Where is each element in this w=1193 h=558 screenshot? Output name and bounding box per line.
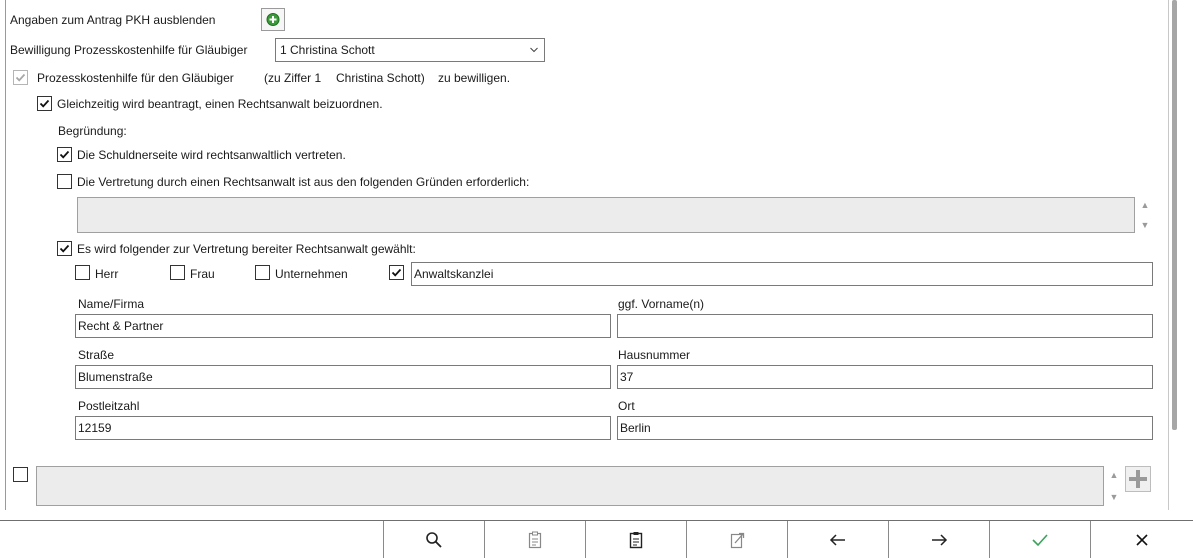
hausnummer-input[interactable]: 37: [617, 365, 1153, 389]
chosen-lawyer-label: Es wird folgender zur Vertretung bereite…: [77, 242, 416, 256]
strasse-value: Blumenstraße: [78, 370, 153, 384]
vorname-input[interactable]: [617, 314, 1153, 338]
clipboard-icon: [528, 531, 542, 548]
type-unternehmen-label: Unternehmen: [275, 267, 348, 281]
document-button[interactable]: [585, 521, 686, 558]
grant-checkbox: [13, 70, 28, 85]
ort-input[interactable]: Berlin: [617, 416, 1153, 440]
type-other-checkbox[interactable]: [389, 265, 404, 280]
simultaneous-lawyer-checkbox[interactable]: [37, 96, 52, 111]
scroll-down-icon[interactable]: ▼: [1139, 220, 1151, 230]
clipboard-button[interactable]: [484, 521, 585, 558]
chevron-down-icon: [530, 47, 538, 53]
type-frau-checkbox[interactable]: [170, 265, 185, 280]
form-frame-left: [5, 0, 6, 510]
creditor-select-value: 1 Christina Schott: [280, 43, 375, 57]
name-input[interactable]: Recht & Partner: [75, 314, 611, 338]
chosen-lawyer-checkbox[interactable]: [57, 241, 72, 256]
ort-value: Berlin: [620, 421, 651, 435]
type-unternehmen-checkbox[interactable]: [255, 265, 270, 280]
type-frau-label: Frau: [190, 267, 215, 281]
simultaneous-lawyer-label: Gleichzeitig wird beantragt, einen Recht…: [57, 97, 383, 111]
reason-necessary-label: Die Vertretung durch einen Rechtsanwalt …: [77, 175, 530, 189]
type-herr-checkbox[interactable]: [75, 265, 90, 280]
add-entry-button[interactable]: [1125, 466, 1151, 492]
check-icon: [59, 244, 70, 253]
close-button[interactable]: [1090, 521, 1193, 558]
hausnummer-value: 37: [620, 370, 634, 384]
form-frame-right: [1168, 0, 1169, 510]
arrow-right-icon: [932, 533, 948, 546]
plz-input[interactable]: 12159: [75, 416, 611, 440]
strasse-label: Straße: [78, 348, 115, 362]
hausnummer-label: Hausnummer: [618, 348, 691, 362]
extra-textarea[interactable]: [36, 466, 1104, 506]
extra-checkbox[interactable]: [13, 467, 28, 482]
vertical-scrollbar[interactable]: [1172, 0, 1177, 430]
plz-label: Postleitzahl: [78, 399, 140, 413]
reason-represented-checkbox[interactable]: [57, 147, 72, 162]
confirm-button[interactable]: [989, 521, 1090, 558]
green-plus-circle-icon: [266, 13, 280, 26]
check-icon: [39, 99, 50, 108]
strasse-input[interactable]: Blumenstraße: [75, 365, 611, 389]
search-icon: [426, 531, 442, 548]
bottom-toolbar: [0, 521, 1193, 558]
name-value: Recht & Partner: [78, 319, 164, 333]
close-icon: [1136, 533, 1148, 546]
name-label: Name/Firma: [78, 297, 145, 311]
creditor-select[interactable]: 1 Christina Schott: [275, 38, 545, 62]
plz-value: 12159: [78, 421, 112, 435]
hide-pkh-label: Angaben zum Antrag PKH ausblenden: [10, 13, 216, 27]
export-button[interactable]: [686, 521, 787, 558]
type-herr-label: Herr: [95, 267, 119, 281]
scroll-up-icon[interactable]: ▲: [1108, 470, 1120, 480]
check-icon: [15, 73, 26, 82]
grant-label: Bewilligung Prozesskostenhilfe für Gläub…: [10, 43, 248, 57]
next-button[interactable]: [888, 521, 989, 558]
export-icon: [730, 532, 745, 548]
search-button[interactable]: [383, 521, 484, 558]
scroll-down-icon[interactable]: ▼: [1108, 492, 1120, 502]
reason-represented-label: Die Schuldnerseite wird rechtsanwaltlich…: [77, 148, 346, 162]
grant-ziffer: (zu Ziffer 1: [264, 71, 322, 85]
reason-heading: Begründung:: [58, 124, 127, 138]
arrow-left-icon: [829, 533, 845, 546]
reason-textarea[interactable]: [77, 197, 1135, 233]
confirm-check-icon: [1032, 533, 1048, 546]
check-icon: [391, 268, 402, 277]
scroll-up-icon[interactable]: ▲: [1139, 200, 1151, 210]
vorname-label: ggf. Vorname(n): [618, 297, 705, 311]
ort-label: Ort: [618, 399, 635, 413]
check-icon: [59, 150, 70, 159]
previous-button[interactable]: [787, 521, 888, 558]
firm-type-value: Anwaltskanzlei: [414, 267, 494, 281]
add-pkh-button[interactable]: [261, 8, 285, 31]
grant-checkbox-label: Prozesskostenhilfe für den Gläubiger: [37, 71, 234, 85]
grant-creditor-name: Christina Schott): [336, 71, 425, 85]
plus-icon: [1129, 470, 1147, 488]
grant-suffix: zu bewilligen.: [438, 71, 511, 85]
firm-type-input[interactable]: Anwaltskanzlei: [411, 262, 1153, 286]
document-icon: [629, 531, 643, 548]
reason-necessary-checkbox[interactable]: [57, 174, 72, 189]
